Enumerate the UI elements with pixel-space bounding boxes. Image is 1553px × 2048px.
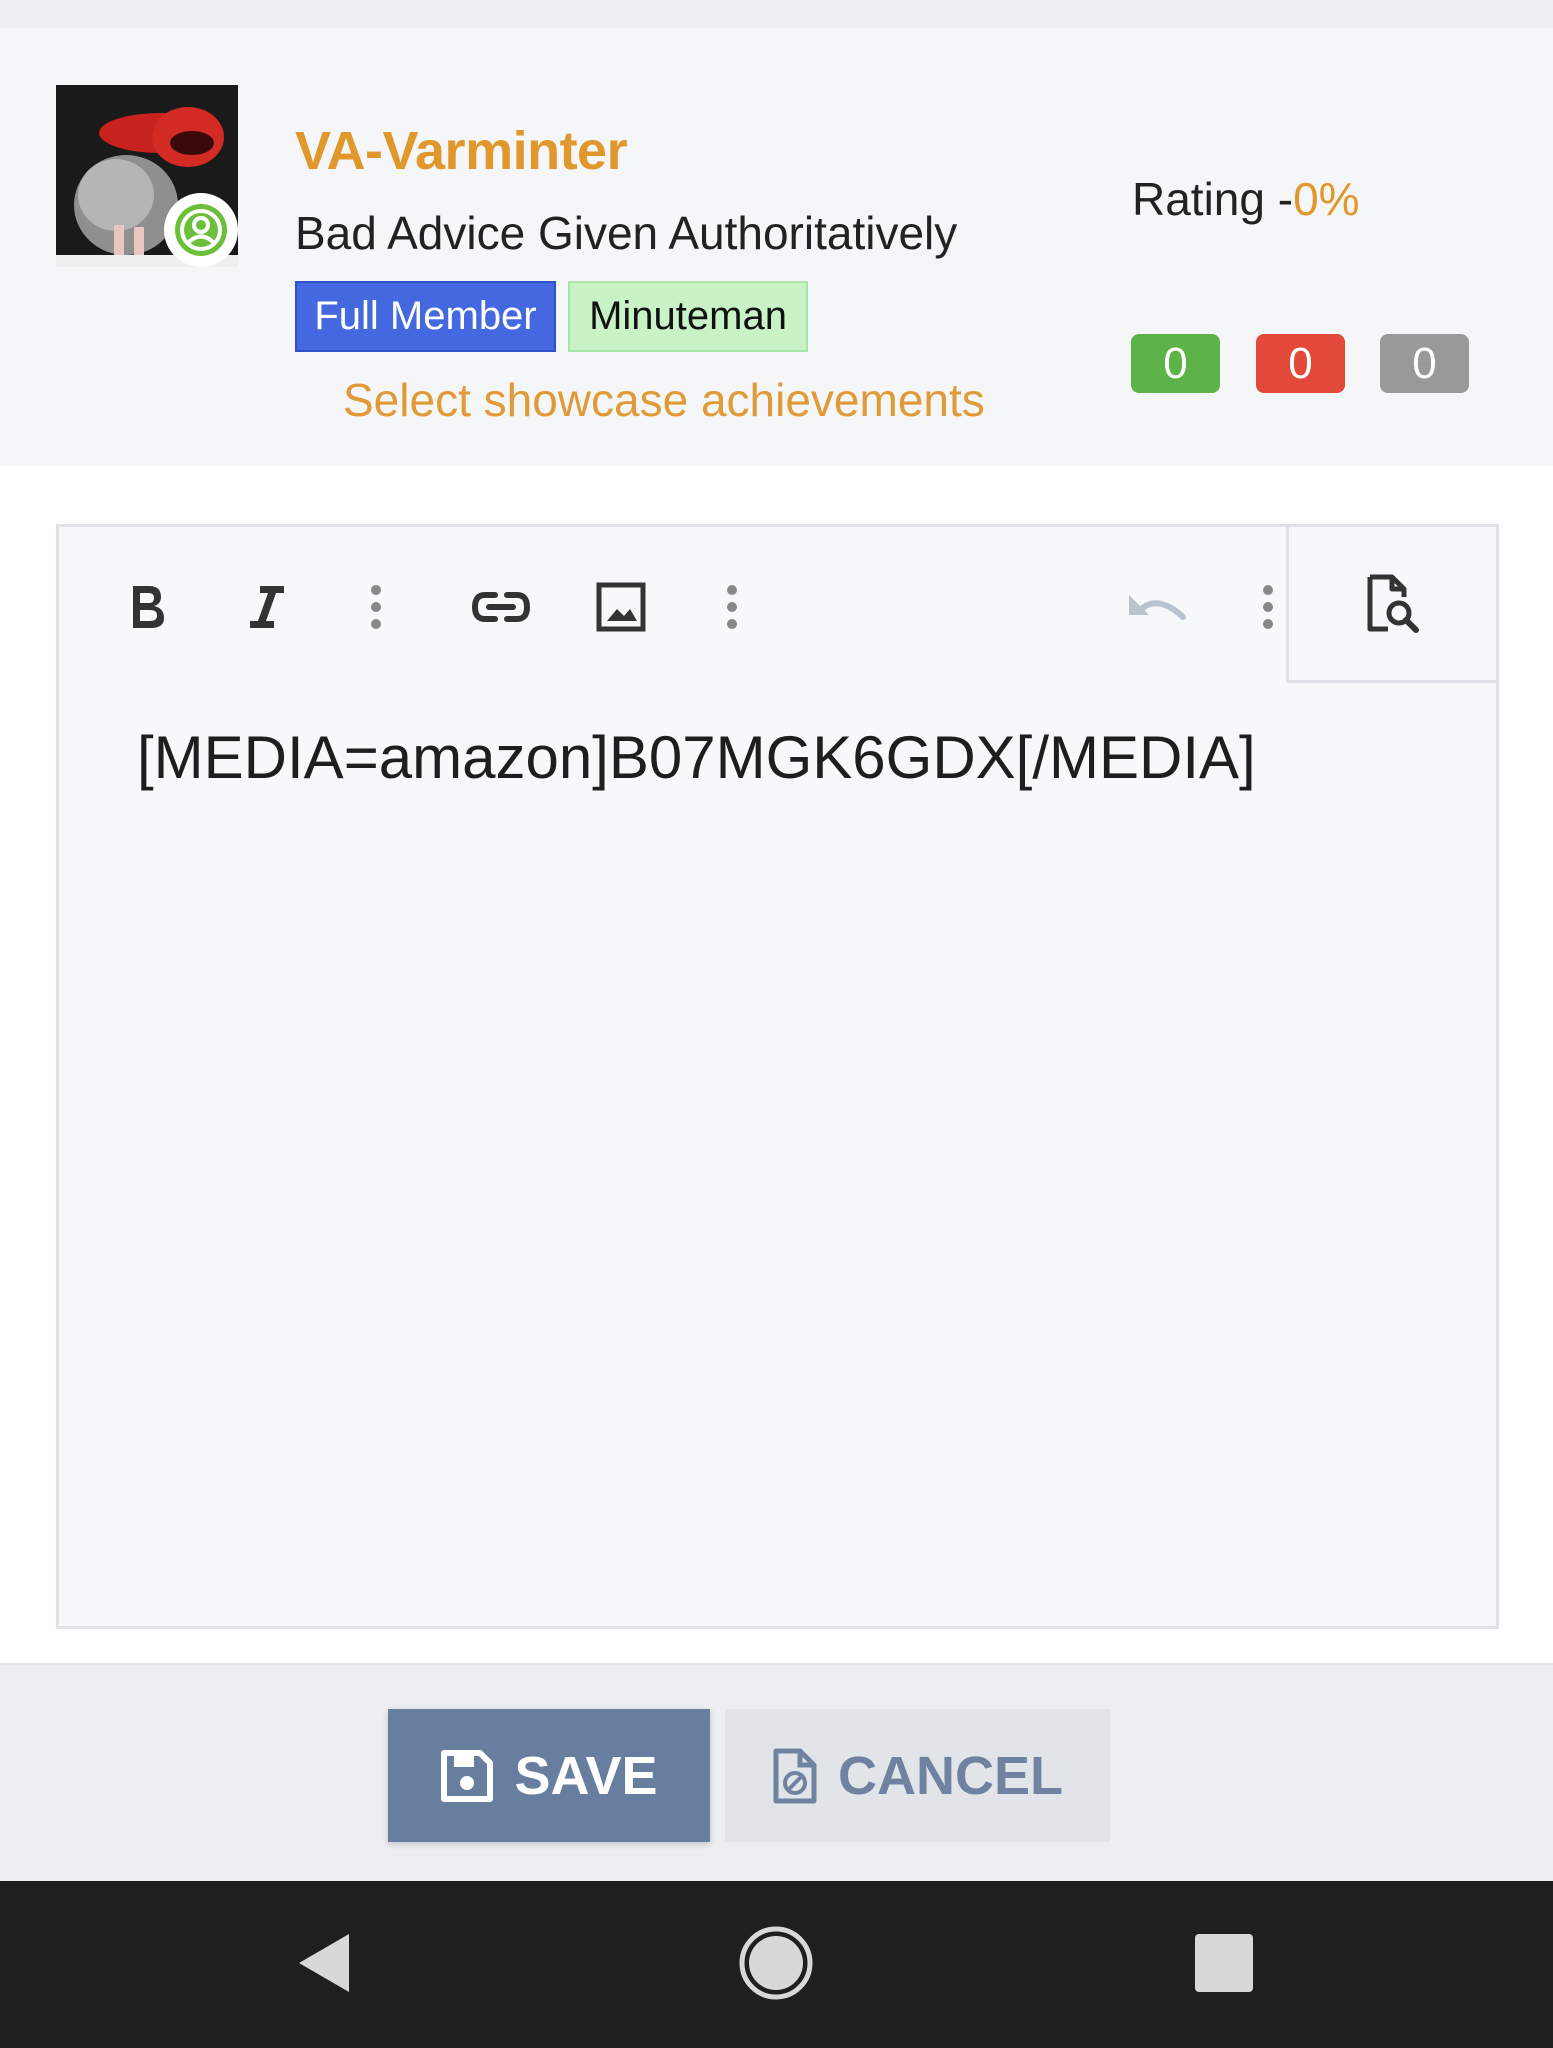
user-title: Bad Advice Given Authoritatively bbox=[295, 207, 958, 259]
link-button[interactable] bbox=[461, 567, 541, 647]
cancel-button[interactable]: CANCEL bbox=[725, 1709, 1110, 1842]
italic-button[interactable] bbox=[226, 567, 306, 647]
image-icon bbox=[596, 582, 646, 632]
cancel-label: CANCEL bbox=[838, 1745, 1063, 1806]
save-button[interactable]: SAVE bbox=[388, 1709, 710, 1842]
online-status-icon bbox=[164, 193, 238, 267]
undo-icon bbox=[1129, 595, 1186, 620]
more-vertical-icon bbox=[371, 585, 381, 629]
back-button[interactable] bbox=[275, 1913, 375, 2013]
rating-label: Rating - bbox=[1132, 173, 1294, 225]
preview-button[interactable] bbox=[1286, 527, 1496, 683]
preview-icon bbox=[1367, 574, 1419, 633]
rich-text-editor[interactable]: [MEDIA=amazon]B07MGK6GDX[/MEDIA] bbox=[56, 524, 1499, 1629]
more-vertical-icon bbox=[727, 585, 737, 629]
save-icon bbox=[441, 1749, 494, 1802]
bold-button[interactable] bbox=[107, 567, 187, 647]
user-panel: VA-Varminter Bad Advice Given Authoritat… bbox=[0, 28, 1553, 466]
undo-button[interactable] bbox=[1117, 567, 1197, 647]
rating-value: 0% bbox=[1293, 173, 1360, 225]
editor-content[interactable]: [MEDIA=amazon]B07MGK6GDX[/MEDIA] bbox=[137, 723, 1436, 792]
recents-button[interactable] bbox=[1174, 1913, 1274, 2013]
system-navigation-bar bbox=[0, 1881, 1553, 2048]
form-actions: SAVE CANCEL bbox=[0, 1663, 1553, 1881]
top-strip bbox=[0, 0, 1553, 28]
editor-toolbar bbox=[59, 527, 1496, 685]
bold-icon bbox=[133, 586, 164, 628]
page: VA-Varminter Bad Advice Given Authoritat… bbox=[0, 0, 1553, 2048]
more-options-button-2[interactable] bbox=[692, 567, 772, 647]
home-button[interactable] bbox=[726, 1913, 826, 2013]
save-label: SAVE bbox=[514, 1745, 658, 1806]
home-icon bbox=[739, 1926, 813, 2000]
badge-full-member: Full Member bbox=[295, 281, 556, 352]
cancel-document-icon bbox=[773, 1748, 817, 1803]
back-icon bbox=[299, 1934, 349, 1992]
select-showcase-link[interactable]: Select showcase achievements bbox=[343, 373, 985, 427]
more-options-button[interactable] bbox=[336, 567, 416, 647]
username-link[interactable]: VA-Varminter bbox=[295, 120, 628, 182]
image-button[interactable] bbox=[581, 567, 661, 647]
negative-rating-counter: 0 bbox=[1256, 334, 1345, 393]
neutral-rating-counter: 0 bbox=[1380, 334, 1469, 393]
more-vertical-icon bbox=[1263, 585, 1273, 629]
avatar-container[interactable] bbox=[56, 85, 238, 267]
italic-icon bbox=[250, 586, 284, 628]
rating: Rating -0% bbox=[1132, 172, 1360, 226]
positive-rating-counter: 0 bbox=[1131, 334, 1220, 393]
badge-minuteman: Minuteman bbox=[568, 281, 808, 352]
recents-icon bbox=[1195, 1934, 1253, 1992]
link-icon bbox=[471, 592, 531, 622]
